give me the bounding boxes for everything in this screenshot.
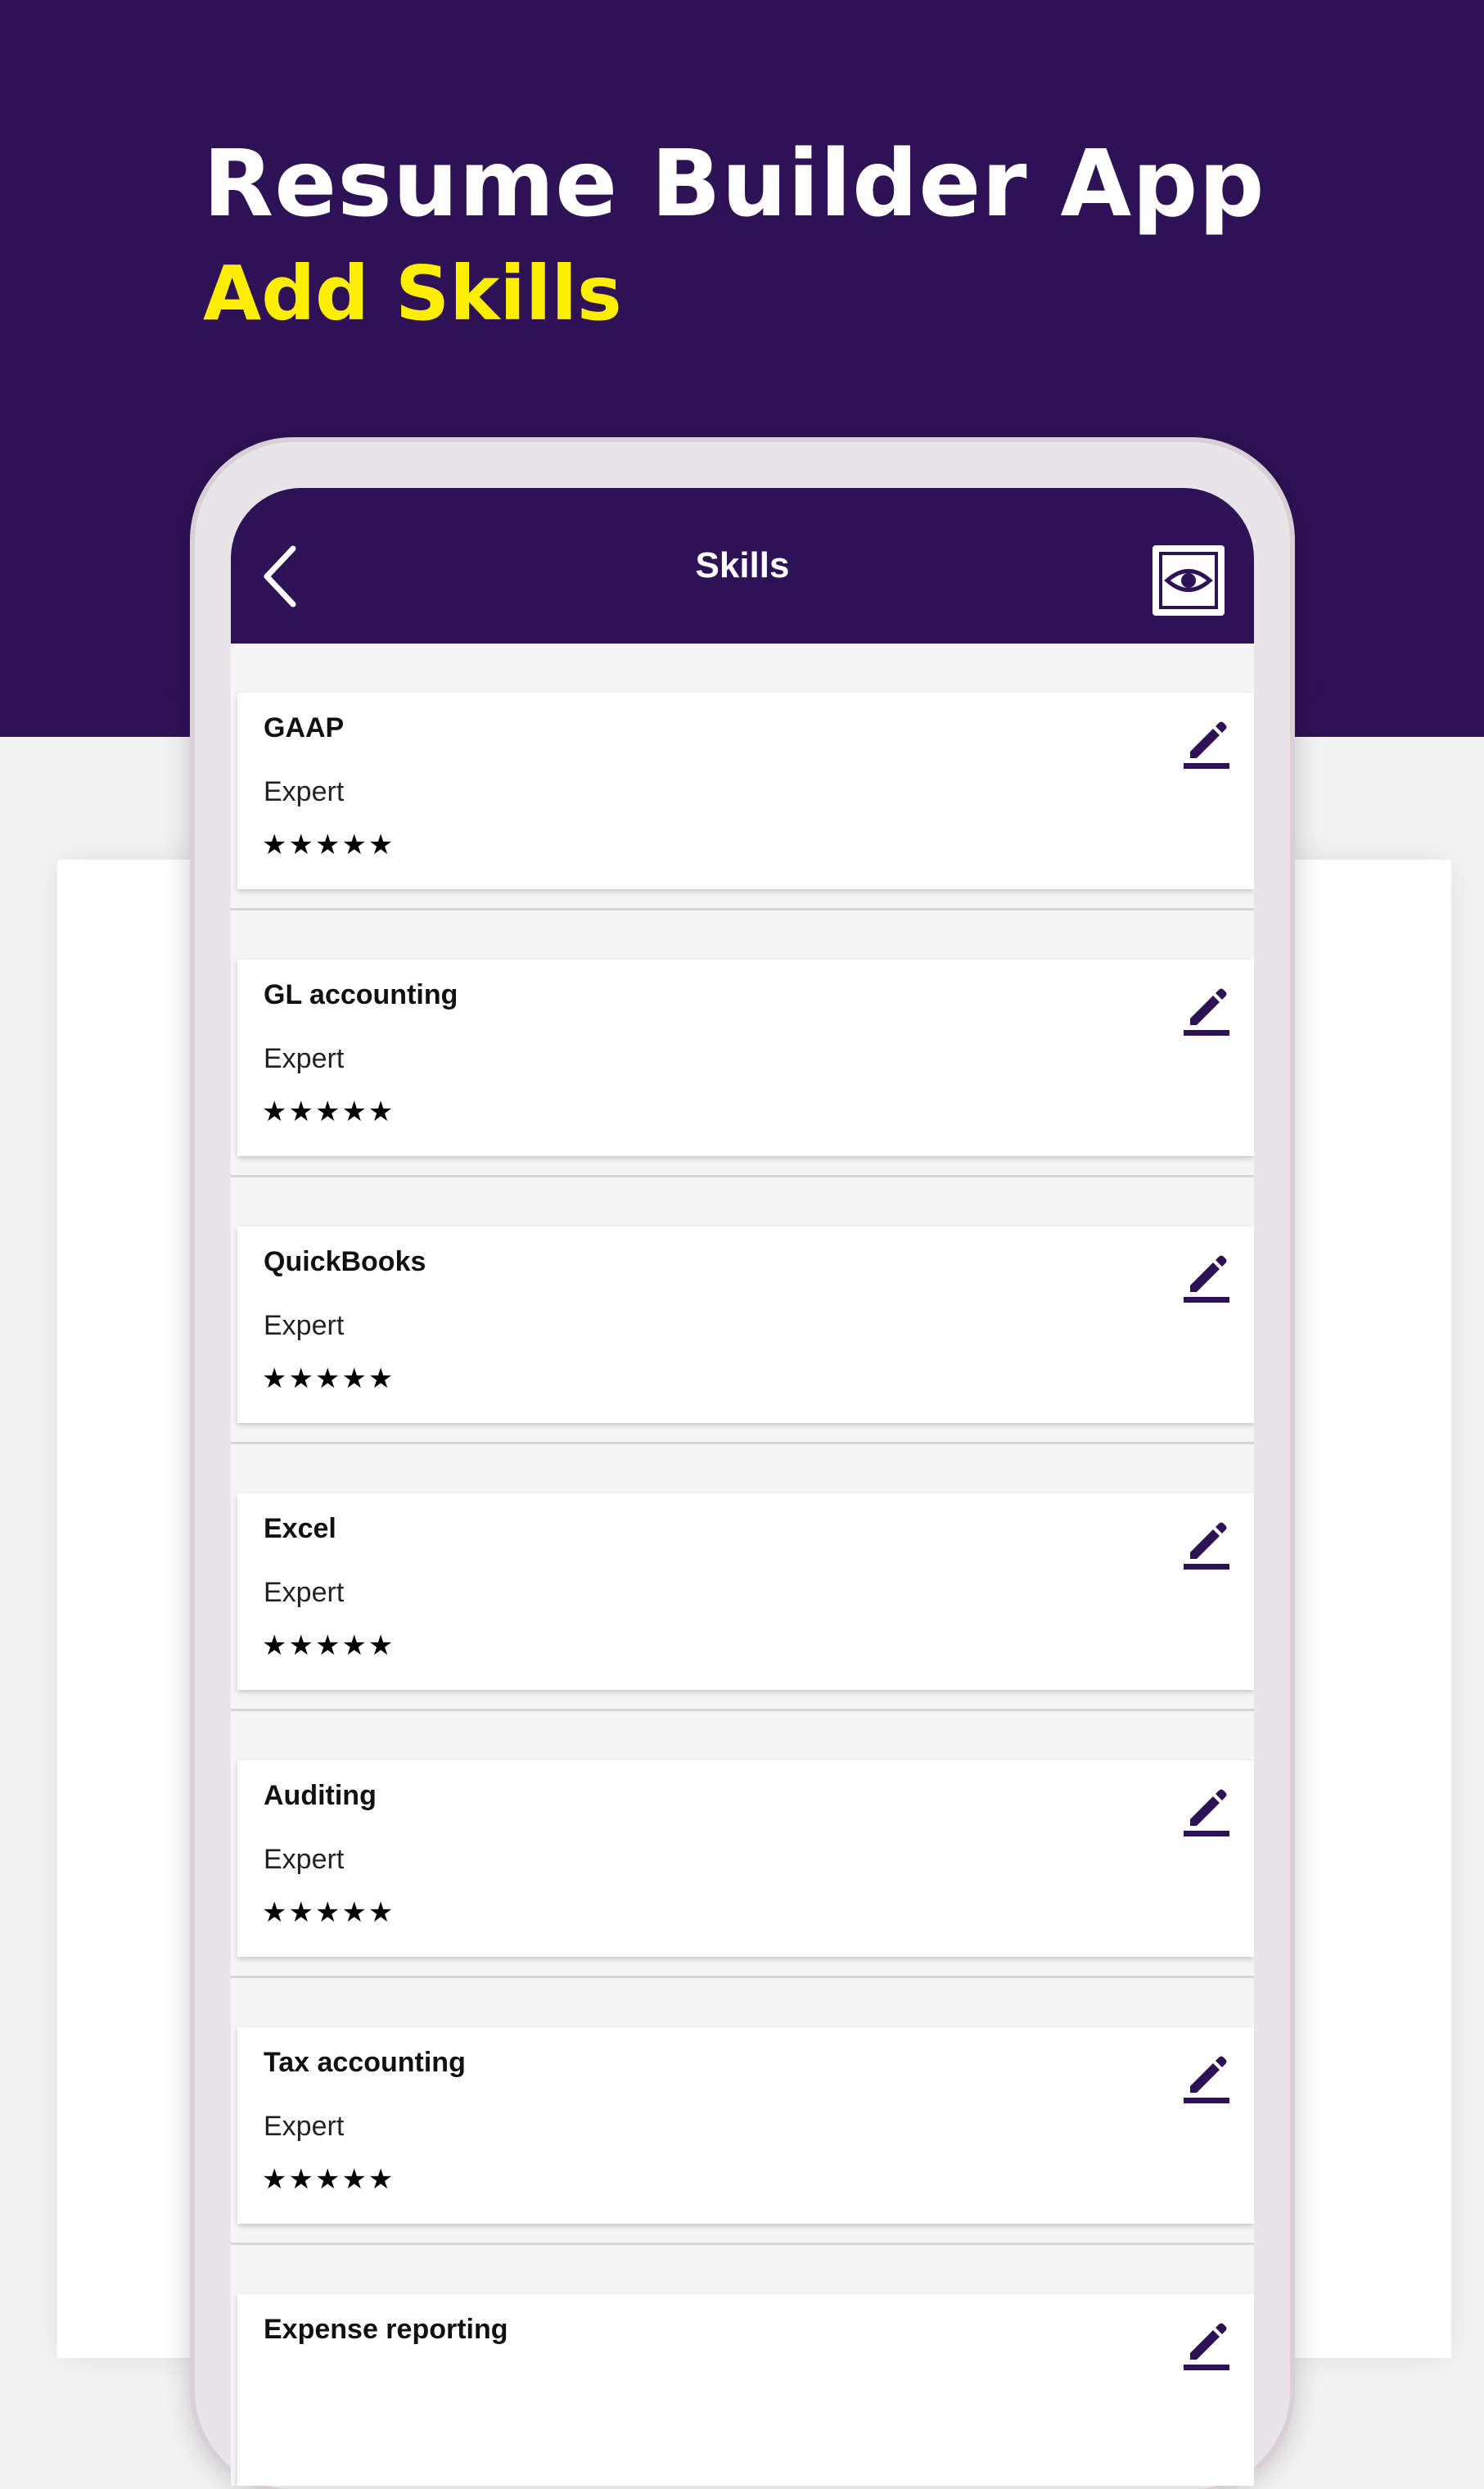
list-item: Auditing Expert ★★★★★	[231, 1711, 1254, 1978]
skill-card[interactable]: Auditing Expert ★★★★★	[237, 1760, 1254, 1957]
promo-subtitle: Add Skills	[203, 250, 622, 337]
preview-frame	[1159, 552, 1218, 609]
star-rating: ★★★★★	[262, 829, 395, 861]
edit-button[interactable]	[1180, 2050, 1233, 2104]
skill-level: Expert	[264, 2111, 345, 2142]
list-item: Tax accounting Expert ★★★★★	[231, 1978, 1254, 2245]
pencil-icon	[1184, 1255, 1229, 1303]
skill-name: Auditing	[264, 1780, 377, 1811]
skill-name: Expense reporting	[264, 2314, 508, 2345]
pencil-icon	[1184, 1789, 1229, 1836]
skill-card[interactable]: Excel Expert ★★★★★	[237, 1493, 1254, 1690]
page-title: Skills	[695, 545, 790, 585]
skill-level: Expert	[264, 776, 345, 807]
edit-button[interactable]	[1180, 1783, 1233, 1837]
list-item: GL accounting Expert ★★★★★	[231, 910, 1254, 1177]
app-bar: Skills	[231, 488, 1254, 644]
promo-title: Resume Builder App	[203, 131, 1265, 237]
skill-level: Expert	[264, 1577, 345, 1608]
pencil-icon	[1184, 2056, 1229, 2103]
skill-card[interactable]: Tax accounting Expert ★★★★★	[237, 2027, 1254, 2224]
edit-button[interactable]	[1180, 1516, 1233, 1570]
skill-card[interactable]: GL accounting Expert ★★★★★	[237, 960, 1254, 1156]
edit-button[interactable]	[1180, 1249, 1233, 1303]
skill-name: QuickBooks	[264, 1246, 426, 1277]
skill-name: GAAP	[264, 712, 345, 743]
list-item: GAAP Expert ★★★★★	[231, 644, 1254, 910]
skill-card[interactable]: Expense reporting	[237, 2294, 1254, 2486]
pencil-icon	[1184, 988, 1229, 1036]
star-rating: ★★★★★	[262, 1362, 395, 1395]
skill-level: Expert	[264, 1310, 345, 1341]
phone-frame: Skills GAAP Expert ★★★★★ GL accounting Exper…	[195, 442, 1290, 2489]
skill-level: Expert	[264, 1043, 345, 1074]
edit-button[interactable]	[1180, 716, 1233, 770]
pencil-icon	[1184, 1522, 1229, 1570]
star-rating: ★★★★★	[262, 1095, 395, 1128]
skill-name: Tax accounting	[264, 2047, 466, 2078]
app-screen: Skills GAAP Expert ★★★★★ GL accounting Exper…	[231, 488, 1254, 2486]
skill-card[interactable]: QuickBooks Expert ★★★★★	[237, 1226, 1254, 1423]
star-rating: ★★★★★	[262, 2163, 395, 2196]
pencil-icon	[1184, 721, 1229, 769]
star-rating: ★★★★★	[262, 1896, 395, 1929]
list-item: Expense reporting	[231, 2245, 1254, 2486]
skill-name: GL accounting	[264, 979, 458, 1010]
paper-decoration-right	[1271, 860, 1451, 2358]
eye-icon	[1164, 569, 1213, 592]
skill-name: Excel	[264, 1513, 336, 1544]
edit-button[interactable]	[1180, 982, 1233, 1037]
list-item: Excel Expert ★★★★★	[231, 1444, 1254, 1711]
skill-card[interactable]: GAAP Expert ★★★★★	[237, 693, 1254, 889]
list-item: QuickBooks Expert ★★★★★	[231, 1177, 1254, 1444]
skill-level: Expert	[264, 1844, 345, 1875]
pencil-icon	[1184, 2323, 1229, 2370]
preview-button[interactable]	[1152, 545, 1225, 616]
star-rating: ★★★★★	[262, 1629, 395, 1662]
edit-button[interactable]	[1180, 2317, 1233, 2371]
